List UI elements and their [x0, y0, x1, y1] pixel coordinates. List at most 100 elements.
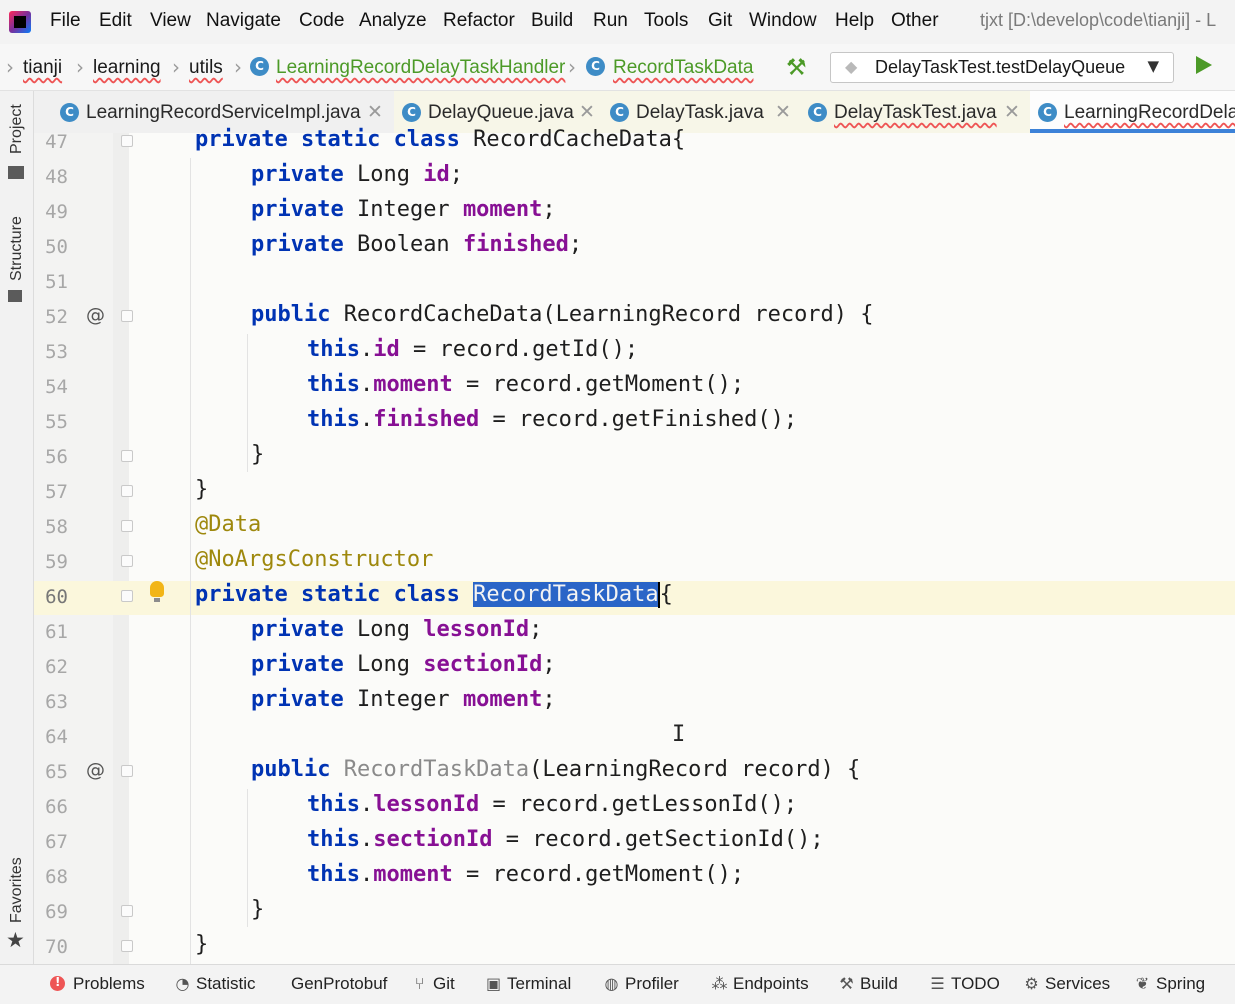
- code-line-61[interactable]: 61 private Long lessonId;: [0, 616, 1235, 651]
- fold-icon[interactable]: [121, 940, 133, 952]
- fold-icon[interactable]: [121, 450, 133, 462]
- annotation-at-icon[interactable]: @: [86, 759, 105, 781]
- breadcrumb-item-utils[interactable]: utils: [189, 57, 223, 79]
- menu-tools[interactable]: Tools: [644, 10, 688, 32]
- code-line-52[interactable]: 52 @ public RecordCacheData(LearningReco…: [0, 301, 1235, 336]
- menu-other[interactable]: Other: [891, 10, 939, 32]
- tool-services[interactable]: ⚙ Services: [1023, 973, 1110, 997]
- breadcrumb-item-tianji[interactable]: tianji: [23, 57, 62, 79]
- tool-endpoints[interactable]: ⁂ Endpoints: [711, 973, 809, 997]
- fold-icon[interactable]: [121, 765, 133, 777]
- menu-code[interactable]: Code: [299, 10, 344, 32]
- code-line-58[interactable]: 58 @Data: [0, 511, 1235, 546]
- git-icon: ⑂: [414, 974, 425, 993]
- menu-git[interactable]: Git: [708, 10, 732, 32]
- code-line-51[interactable]: 51: [0, 266, 1235, 301]
- line-number: 69: [45, 901, 68, 923]
- code-line-55[interactable]: 55 this.finished = record.getFinished();: [0, 406, 1235, 441]
- fold-icon[interactable]: [121, 555, 133, 567]
- menu-build[interactable]: Build: [531, 10, 573, 32]
- fold-icon[interactable]: [121, 905, 133, 917]
- breadcrumb-item-learning[interactable]: learning: [93, 57, 161, 79]
- close-icon[interactable]: ✕: [775, 101, 791, 123]
- tool-profiler[interactable]: ◍ Profiler: [603, 973, 679, 997]
- code-line-59[interactable]: 59 @NoArgsConstructor: [0, 546, 1235, 581]
- fold-icon[interactable]: [121, 590, 133, 602]
- code-line-67[interactable]: 67 this.sectionId = record.getSectionId(…: [0, 826, 1235, 861]
- close-icon[interactable]: ✕: [367, 101, 383, 123]
- code-line-69[interactable]: 69 }: [0, 896, 1235, 931]
- window-title: tjxt [D:\develop\code\tianji] - L: [980, 10, 1217, 30]
- run-configuration-selector[interactable]: ◆ DelayTaskTest.testDelayQueue ▼: [830, 52, 1174, 83]
- breadcrumb-item-handler-class[interactable]: LearningRecordDelayTaskHandler: [276, 57, 565, 79]
- fold-icon[interactable]: [121, 520, 133, 532]
- class-icon: C: [1038, 103, 1057, 122]
- fold-icon[interactable]: [121, 485, 133, 497]
- code-line-64[interactable]: 64: [0, 721, 1235, 756]
- hammer-icon: ⚒: [839, 974, 854, 993]
- fold-icon[interactable]: [121, 135, 133, 147]
- tool-problems[interactable]: Problems: [50, 973, 145, 997]
- code-line-49[interactable]: 49 private Integer moment;: [0, 196, 1235, 231]
- close-icon[interactable]: ✕: [1004, 101, 1020, 123]
- line-number: 48: [45, 166, 68, 188]
- bottom-tool-bar: Problems ◔Statistic GenProtobuf ⑂Git ▣Te…: [0, 964, 1235, 1004]
- annotation-at-icon[interactable]: @: [86, 304, 105, 326]
- code-line-62[interactable]: 62 private Long sectionId;: [0, 651, 1235, 686]
- line-number: 70: [45, 936, 68, 958]
- run-configuration-label: DelayTaskTest.testDelayQueue: [875, 57, 1126, 77]
- tool-terminal[interactable]: ▣ Terminal: [485, 973, 571, 997]
- menu-help[interactable]: Help: [835, 10, 874, 32]
- chevron-right-icon: ›: [76, 55, 84, 79]
- tool-git[interactable]: ⑂ Git: [411, 973, 455, 997]
- tool-statistic[interactable]: ◔ Statistic: [174, 973, 256, 997]
- menu-analyze[interactable]: Analyze: [359, 10, 427, 32]
- tab-label: LearningRecordDela: [1064, 102, 1235, 123]
- run-play-icon[interactable]: [1196, 56, 1212, 74]
- chevron-right-icon: ›: [234, 55, 242, 79]
- chevron-right-icon: ›: [568, 55, 576, 79]
- menu-run[interactable]: Run: [593, 10, 628, 32]
- class-icon: C: [586, 57, 605, 76]
- code-line-50[interactable]: 50 private Boolean finished;: [0, 231, 1235, 266]
- line-number: 61: [45, 621, 68, 643]
- menu-refactor[interactable]: Refactor: [443, 10, 515, 32]
- code-line-57[interactable]: 57 }: [0, 476, 1235, 511]
- code-line-48[interactable]: 48 private Long id;: [0, 161, 1235, 196]
- menu-navigate[interactable]: Navigate: [206, 10, 281, 32]
- fold-icon[interactable]: [121, 310, 133, 322]
- code-line-63[interactable]: 63 private Integer moment;: [0, 686, 1235, 721]
- breadcrumb-item-inner-class[interactable]: RecordTaskData: [613, 57, 753, 79]
- code-line-65[interactable]: 65 @ public RecordTaskData(LearningRecor…: [0, 756, 1235, 791]
- code-line-60[interactable]: 60 private static class RecordTaskData{: [0, 581, 1235, 616]
- line-number: 49: [45, 201, 68, 223]
- line-number: 60: [45, 586, 68, 608]
- tool-todo[interactable]: ☰ TODO: [929, 973, 999, 997]
- code-line-56[interactable]: 56 }: [0, 441, 1235, 476]
- tab-label: DelayTaskTest.java: [834, 102, 997, 123]
- line-number: 59: [45, 551, 68, 573]
- line-number: 51: [45, 271, 68, 293]
- code-line-53[interactable]: 53 this.id = record.getId();: [0, 336, 1235, 371]
- code-line-68[interactable]: 68 this.moment = record.getMoment();: [0, 861, 1235, 896]
- line-number: 55: [45, 411, 68, 433]
- menu-view[interactable]: View: [150, 10, 191, 32]
- tool-build[interactable]: ⚒ Build: [838, 973, 897, 997]
- class-icon: C: [610, 103, 629, 122]
- menu-file[interactable]: File: [50, 10, 81, 32]
- build-hammer-icon[interactable]: ⚒: [786, 55, 807, 81]
- menu-bar: File Edit View Navigate Code Analyze Ref…: [0, 0, 1235, 44]
- tool-spring[interactable]: ❦ Spring: [1134, 973, 1205, 997]
- tool-genprotobuf[interactable]: GenProtobuf: [291, 973, 387, 997]
- list-icon: ☰: [930, 974, 945, 993]
- close-icon[interactable]: ✕: [579, 101, 595, 123]
- menu-window[interactable]: Window: [749, 10, 817, 32]
- code-line-54[interactable]: 54 this.moment = record.getMoment();: [0, 371, 1235, 406]
- line-number: 64: [45, 726, 68, 748]
- error-icon: [50, 975, 65, 991]
- code-line-47[interactable]: 47 private static class RecordCacheData{: [0, 126, 1235, 161]
- code-line-66[interactable]: 66 this.lessonId = record.getLessonId();: [0, 791, 1235, 826]
- code-line-70[interactable]: 70 }: [0, 931, 1235, 964]
- lightbulb-icon[interactable]: [150, 581, 164, 602]
- menu-edit[interactable]: Edit: [99, 10, 132, 32]
